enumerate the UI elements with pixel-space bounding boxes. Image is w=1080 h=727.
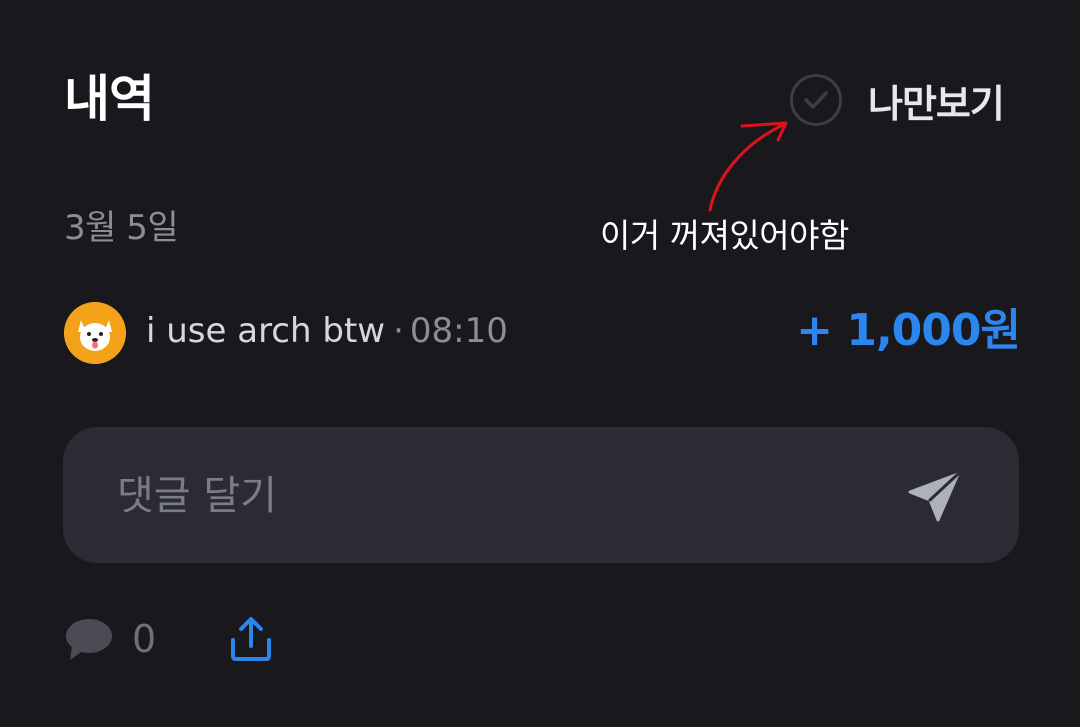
share-button[interactable] xyxy=(226,614,276,664)
annotation-text: 이거 꺼져있어야함 xyxy=(600,216,849,255)
footer-actions: 0 xyxy=(64,612,464,666)
private-view-toggle[interactable]: 나만보기 xyxy=(790,68,1030,132)
transaction-sender: i use arch btw xyxy=(146,311,386,351)
transaction-time: 08:10 xyxy=(409,311,508,351)
annotation-arrow-icon xyxy=(708,121,788,212)
transaction-amount: + 1,000원 xyxy=(796,305,1021,356)
checkmark-icon xyxy=(804,91,828,109)
send-button[interactable] xyxy=(901,465,967,531)
speech-bubble-icon xyxy=(66,619,112,660)
private-view-label: 나만보기 xyxy=(868,81,1005,126)
send-icon xyxy=(908,472,960,522)
share-icon xyxy=(231,617,271,661)
comment-count: 0 xyxy=(132,617,157,661)
transaction-row[interactable]: i use arch btw · 08:10 + 1,000원 xyxy=(64,300,1021,366)
date-label: 3월 5일 xyxy=(64,208,179,248)
dog-avatar-icon xyxy=(64,302,126,364)
comment-box xyxy=(63,427,1019,563)
separator-dot: · xyxy=(393,311,404,351)
comment-count-button[interactable]: 0 xyxy=(64,612,156,666)
comment-input[interactable] xyxy=(115,465,879,527)
page-title: 내역 xyxy=(64,70,155,128)
